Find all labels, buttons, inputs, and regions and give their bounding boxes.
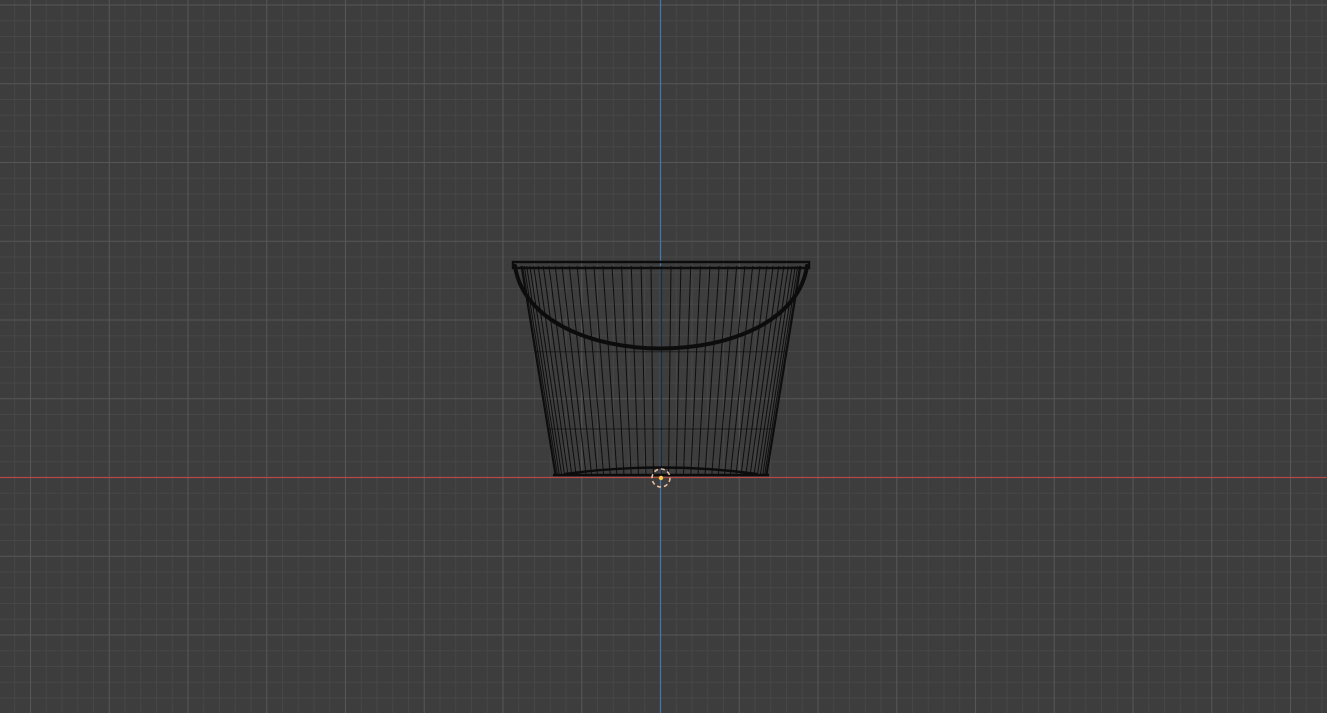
bucket-edge: [542, 265, 573, 476]
bucket-edge: [740, 265, 768, 476]
bucket-edge: [630, 265, 639, 476]
viewport-grid-major: [0, 0, 1327, 713]
bucket-edge: [668, 265, 672, 476]
bucket-edge: [602, 265, 618, 476]
origin-dot-icon: [658, 475, 664, 481]
bucket-edge: [554, 265, 582, 476]
bucket-vertical-edges: [520, 265, 802, 476]
bucket-wireframe-mesh[interactable]: [511, 260, 811, 477]
bucket-edge: [593, 265, 611, 476]
bucket-edge: [749, 265, 780, 476]
bucket-edge: [621, 265, 632, 476]
bucket-edge: [704, 265, 720, 476]
3d-viewport[interactable]: [0, 0, 1327, 713]
bucket-edge: [650, 265, 654, 476]
viewport-grid-minor: [0, 0, 1327, 713]
bucket-edge: [683, 265, 692, 476]
bucket-edge: [611, 265, 625, 476]
viewport-canvas[interactable]: [0, 0, 1327, 713]
bucket-edge: [759, 265, 793, 476]
bucket-edge: [711, 265, 729, 476]
bucket-edge: [675, 265, 682, 476]
